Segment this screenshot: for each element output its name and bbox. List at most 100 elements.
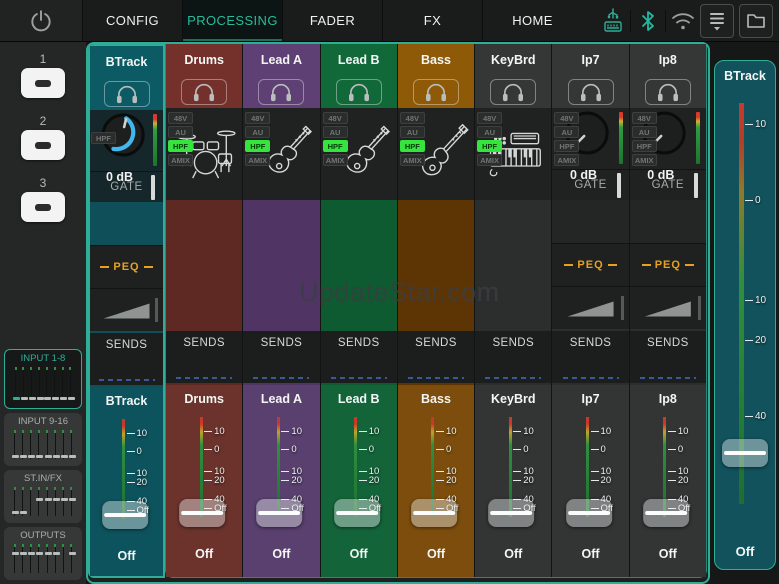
sends-button[interactable]: SENDS	[475, 331, 551, 383]
channel-fader[interactable]: 100102040Off	[630, 413, 706, 541]
mini-fader-cap	[45, 498, 52, 501]
hpf-badge[interactable]: HPF	[400, 140, 425, 152]
channel-fader[interactable]: 100102040Off	[552, 413, 628, 541]
amix-badge[interactable]: AMIX	[245, 154, 270, 166]
channel-name-header[interactable]: Ip7	[552, 44, 628, 75]
tab-processing[interactable]: PROCESSING	[182, 0, 282, 41]
layers-menu-button[interactable]	[700, 4, 734, 38]
tab-home[interactable]: HOME	[482, 0, 582, 41]
solo-headphones-button[interactable]	[490, 79, 536, 105]
channel-fader[interactable]: 100102040Off	[321, 413, 397, 541]
48v-badge[interactable]: 48V	[245, 112, 270, 124]
input-badges: 48V AU HPF AMIX	[168, 112, 193, 166]
sends-button[interactable]: SENDS	[166, 331, 242, 383]
fader-cap[interactable]	[102, 501, 148, 529]
peq-button[interactable]: PEQ	[630, 243, 706, 286]
au-badge[interactable]: AU	[323, 126, 348, 138]
folder-button[interactable]	[739, 4, 773, 38]
hpf-badge[interactable]: HPF	[554, 140, 579, 152]
solo-headphones-button[interactable]	[336, 79, 382, 105]
channel-fader[interactable]: 100102040Off	[398, 413, 474, 541]
sends-button[interactable]: SENDS	[243, 331, 319, 383]
channel-fader[interactable]: 100102040Off	[90, 415, 163, 543]
solo-headphones-button[interactable]	[413, 79, 459, 105]
amix-badge[interactable]: AMIX	[323, 154, 348, 166]
hpf-badge[interactable]: HPF	[91, 132, 116, 144]
amix-badge[interactable]: AMIX	[632, 154, 657, 166]
solo-headphones-button[interactable]	[568, 79, 614, 105]
bank-button-st-in-fx[interactable]: ST.IN/FX	[4, 470, 82, 523]
fader-cap[interactable]	[488, 499, 534, 527]
sends-button[interactable]: SENDS	[398, 331, 474, 383]
sends-button[interactable]: SENDS	[552, 331, 628, 383]
bank-button-input-1-8[interactable]: INPUT 1-8	[4, 349, 82, 409]
solo-headphones-button[interactable]	[258, 79, 304, 105]
channel-name-header[interactable]: Drums	[166, 44, 242, 75]
solo-headphones-button[interactable]	[645, 79, 691, 105]
channel-name-header[interactable]: BTrack	[90, 46, 163, 77]
sends-button[interactable]: SENDS	[90, 333, 163, 385]
au-badge[interactable]: AU	[168, 126, 193, 138]
scene-button-1[interactable]	[21, 68, 65, 98]
fader-cap[interactable]	[643, 499, 689, 527]
hpf-badge[interactable]: HPF	[168, 140, 193, 152]
tab-fader[interactable]: FADER	[282, 0, 382, 41]
hpf-badge[interactable]: HPF	[245, 140, 270, 152]
amix-badge[interactable]: AMIX	[477, 154, 502, 166]
au-badge[interactable]: AU	[245, 126, 270, 138]
48v-badge[interactable]: 48V	[168, 112, 193, 124]
compressor-button[interactable]	[630, 286, 706, 329]
fader-cap[interactable]	[411, 499, 457, 527]
tab-fx[interactable]: FX	[382, 0, 482, 41]
amix-badge[interactable]: AMIX	[168, 154, 193, 166]
gate-button[interactable]: GATE	[552, 169, 628, 200]
peq-button[interactable]: PEQ	[552, 243, 628, 286]
channel-fader[interactable]: 100102040Off	[243, 413, 319, 541]
48v-badge[interactable]: 48V	[400, 112, 425, 124]
hpf-badge[interactable]: HPF	[323, 140, 348, 152]
tab-config[interactable]: CONFIG	[82, 0, 182, 41]
au-badge[interactable]: AU	[554, 126, 579, 138]
amix-badge[interactable]: AMIX	[400, 154, 425, 166]
sends-button[interactable]: SENDS	[630, 331, 706, 383]
48v-badge[interactable]: 48V	[477, 112, 502, 124]
fader-cap[interactable]	[566, 499, 612, 527]
compressor-button[interactable]	[90, 288, 163, 331]
power-button[interactable]	[0, 0, 82, 41]
au-badge[interactable]: AU	[632, 126, 657, 138]
fader-cap[interactable]	[257, 499, 303, 527]
48v-badge[interactable]: 48V	[632, 112, 657, 124]
master-fader-cap[interactable]	[722, 439, 768, 467]
channel-fader[interactable]: 100102040Off	[475, 413, 551, 541]
gate-button[interactable]: GATE	[630, 169, 706, 200]
solo-headphones-button[interactable]	[104, 81, 150, 107]
channel-fader[interactable]: 100102040Off	[166, 413, 242, 541]
au-badge[interactable]: AU	[400, 126, 425, 138]
channel-name-header[interactable]: KeyBrd	[475, 44, 551, 75]
amix-badge[interactable]: AMIX	[554, 154, 579, 166]
fader-cap[interactable]	[334, 499, 380, 527]
bank-button-input-9-16[interactable]: INPUT 9-16	[4, 413, 82, 466]
48v-badge[interactable]: 48V	[554, 112, 579, 124]
48v-badge[interactable]: 48V	[323, 112, 348, 124]
compressor-button[interactable]	[552, 286, 628, 329]
master-fader[interactable]: 100102040	[715, 97, 775, 540]
hpf-badge[interactable]: HPF	[632, 140, 657, 152]
au-badge[interactable]: AU	[477, 126, 502, 138]
scene-button-2[interactable]	[21, 130, 65, 160]
channel-name-header[interactable]: Lead B	[321, 44, 397, 75]
scene-button-3[interactable]	[21, 192, 65, 222]
gate-button[interactable]: GATE	[90, 171, 163, 202]
solo-headphones-button[interactable]	[181, 79, 227, 105]
channel-name-header[interactable]: Lead A	[243, 44, 319, 75]
channel-color-block	[90, 202, 163, 245]
channel-name-header[interactable]: Bass	[398, 44, 474, 75]
peq-button[interactable]: PEQ	[90, 245, 163, 288]
hpf-badge[interactable]: HPF	[477, 140, 502, 152]
sends-button[interactable]: SENDS	[321, 331, 397, 383]
send-level-ticks	[485, 377, 541, 379]
input-badges: 48V AU HPF AMIX	[554, 112, 579, 166]
fader-cap[interactable]	[179, 499, 225, 527]
bank-button-outputs[interactable]: OUTPUTS	[4, 527, 82, 580]
channel-name-header[interactable]: Ip8	[630, 44, 706, 75]
